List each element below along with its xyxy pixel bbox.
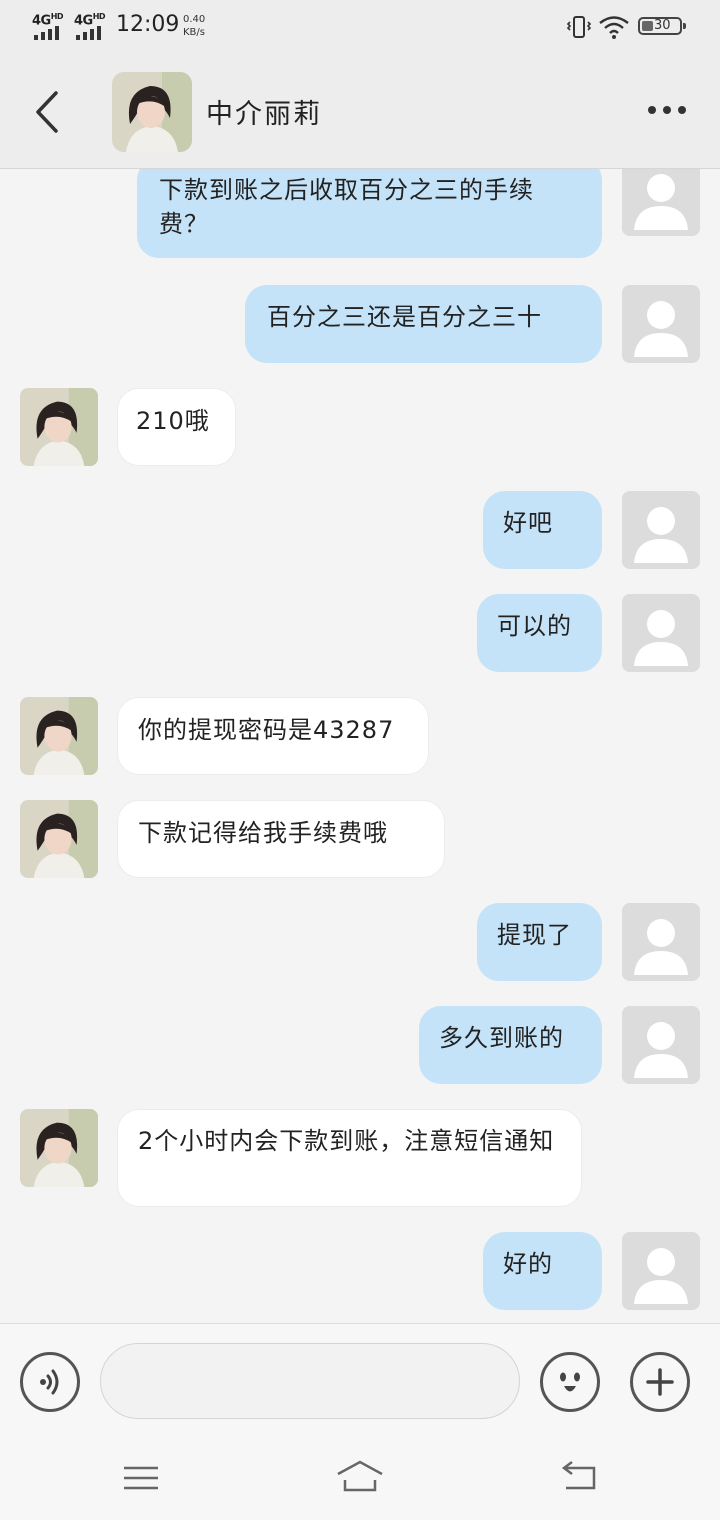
my-avatar[interactable] bbox=[622, 285, 700, 363]
my-avatar[interactable] bbox=[622, 169, 700, 236]
status-bar: 4GHD 4GHD 12:09 0.40 KB/s 30 bbox=[0, 0, 720, 54]
signal-bars-1-icon bbox=[34, 26, 59, 40]
contact-avatar[interactable] bbox=[20, 388, 98, 466]
plus-icon[interactable] bbox=[630, 1352, 690, 1412]
my-avatar[interactable] bbox=[622, 903, 700, 981]
home-icon[interactable] bbox=[335, 1458, 385, 1498]
my-avatar[interactable] bbox=[622, 594, 700, 672]
message-bubble-incoming[interactable]: 210哦 bbox=[117, 388, 236, 466]
my-avatar[interactable] bbox=[622, 1006, 700, 1084]
my-avatar[interactable] bbox=[622, 491, 700, 569]
my-avatar[interactable] bbox=[622, 1232, 700, 1310]
vibrate-icon bbox=[566, 16, 592, 38]
chevron-left-icon[interactable] bbox=[28, 90, 68, 134]
message-bubble-outgoing[interactable]: 好的 bbox=[483, 1232, 602, 1310]
page-title: 中介丽莉 bbox=[206, 99, 322, 130]
message-bubble-outgoing[interactable]: 百分之三还是百分之三十 bbox=[245, 285, 602, 363]
message-bubble-outgoing[interactable]: 下款到账之后收取百分之三的手续费？ bbox=[137, 169, 602, 258]
clock: 12:09 bbox=[116, 12, 180, 37]
message-bubble-outgoing[interactable]: 提现了 bbox=[477, 903, 602, 981]
message-bubble-incoming[interactable]: 你的提现密码是43287 bbox=[117, 697, 429, 775]
contact-avatar[interactable] bbox=[112, 72, 192, 152]
chat-header: 中介丽莉 bbox=[0, 54, 720, 169]
signal-bars-2-icon bbox=[76, 26, 101, 40]
message-bubble-outgoing[interactable]: 可以的 bbox=[477, 594, 602, 672]
menu-icon[interactable] bbox=[116, 1458, 166, 1498]
contact-avatar[interactable] bbox=[20, 800, 98, 878]
message-input[interactable] bbox=[100, 1343, 520, 1419]
message-bubble-outgoing[interactable]: 多久到账的 bbox=[419, 1006, 602, 1084]
wifi-icon bbox=[599, 16, 629, 39]
message-input-bar bbox=[0, 1323, 720, 1441]
more-dots-icon[interactable] bbox=[648, 98, 694, 122]
contact-avatar[interactable] bbox=[20, 697, 98, 775]
network-speed: 0.40 KB/s bbox=[183, 14, 206, 38]
back-arrow-icon[interactable] bbox=[554, 1458, 604, 1498]
emoji-icon[interactable] bbox=[540, 1352, 600, 1412]
message-bubble-outgoing[interactable]: 好吧 bbox=[483, 491, 602, 569]
battery-level: 30 bbox=[654, 18, 671, 33]
message-bubble-incoming[interactable]: 下款记得给我手续费哦 bbox=[117, 800, 445, 878]
contact-avatar[interactable] bbox=[20, 1109, 98, 1187]
system-nav-bar bbox=[0, 1440, 720, 1520]
voice-icon[interactable] bbox=[20, 1352, 80, 1412]
battery-icon: 30 bbox=[638, 17, 686, 35]
chat-message-list[interactable]: 下款到账之后收取百分之三的手续费？ 百分之三还是百分之三十 210哦 好吧 可以… bbox=[0, 169, 720, 1323]
message-bubble-incoming[interactable]: 2个小时内会下款到账，注意短信通知 bbox=[117, 1109, 582, 1207]
